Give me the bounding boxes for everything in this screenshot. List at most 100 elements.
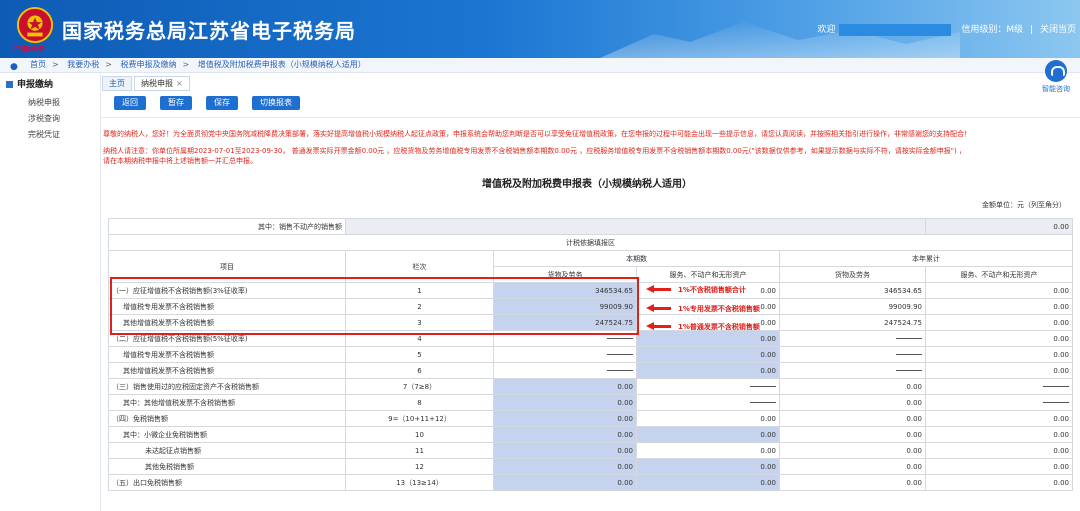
location-pin-icon: ●: [10, 62, 18, 72]
table-row: （五）出口免税销售额 13（13≥14） 0.00 0.00 0.00 0.00: [108, 474, 1073, 491]
header-user-area: 欢迎 信用级别：M级 | 关闭当页: [813, 22, 1076, 36]
table-row: （四）免税销售额 9=（10+11+12） 0.00 0.00 0.00 0.00: [108, 410, 1073, 427]
cell-ytd-services: [925, 378, 1073, 395]
cell-ytd-services: 0.00: [925, 410, 1073, 427]
dash-placeholder: [750, 386, 776, 387]
cell-current-services[interactable]: 0.00: [636, 474, 780, 491]
cell-ytd-goods: 99009.90: [779, 298, 926, 315]
cell-ytd-services: 0.00: [925, 298, 1073, 315]
cell-current-goods[interactable]: 0.00: [493, 474, 637, 491]
highlight-box: [110, 277, 639, 335]
dash-placeholder: [750, 402, 776, 403]
top-row-value[interactable]: 0.00: [925, 218, 1073, 235]
cell-current-goods[interactable]: 0.00: [493, 458, 637, 475]
cell-ytd-services: 0.00: [925, 442, 1073, 459]
annotation-2: 1%专用发票不含税销售额: [648, 304, 760, 314]
row-label: （四）免税销售额: [108, 410, 346, 427]
breadcrumb-current: 增值税及附加税费申报表（小规模纳税人适用）: [197, 60, 366, 69]
toolbar: 返回 暂存 保存 切换报表: [114, 96, 314, 110]
row-label: 其中：其他增值税发票不含税销售额: [108, 394, 346, 411]
tab-declare-label: 纳税申报: [141, 79, 173, 88]
sidebar-item-certificate[interactable]: 完税凭证: [28, 129, 60, 140]
top-row-spacer: [345, 218, 926, 235]
save-button[interactable]: 保存: [206, 96, 238, 110]
declaration-table: 其中：销售不动产的销售额 0.00 计税依据填报区 项目 栏次 本期数 本年累计…: [108, 218, 1073, 491]
cell-ytd-services: 0.00: [925, 474, 1073, 491]
annotation-1: 1%不含税销售额合计: [648, 285, 746, 295]
header-ytd-services: 服务、不动产和无形资产: [925, 266, 1073, 283]
breadcrumb-separator: >: [105, 60, 112, 69]
table-row: 其中：销售不动产的销售额 0.00: [108, 218, 1073, 235]
table-row: 其中：其他增值税发票不含税销售额 8 0.00 0.00: [108, 394, 1073, 411]
cell-current-goods[interactable]: 0.00: [493, 410, 637, 427]
cell-ytd-services: 0.00: [925, 458, 1073, 475]
notice-panel: 尊敬的纳税人，您好！为全面贯彻党中央国务院减税降费决策部署，落实好提高增值税小规…: [103, 129, 1073, 166]
cell-ytd-goods: 0.00: [779, 442, 926, 459]
table-row: 增值税专用发票不含税销售额 5 0.00 0.00: [108, 346, 1073, 363]
dash-placeholder: [607, 354, 633, 355]
tab-home-label: 主页: [109, 79, 125, 88]
sidebar-heading-label: 申报缴纳: [17, 80, 54, 90]
close-tab-icon[interactable]: ×: [176, 79, 183, 88]
sidebar-item-query[interactable]: 涉税查询: [28, 113, 60, 124]
table-row: （三）销售使用过的应税固定资产不含税销售额 7（7≥8） 0.00 0.00: [108, 378, 1073, 395]
back-button[interactable]: 返回: [114, 96, 146, 110]
tab-home[interactable]: 主页: [102, 76, 132, 91]
row-label: 增值税专用发票不含税销售额: [108, 346, 346, 363]
header-current: 本期数: [493, 250, 780, 267]
username-masked: [839, 23, 952, 36]
cell-current-goods[interactable]: 0.00: [493, 378, 637, 395]
sidebar-item-declare[interactable]: 纳税申报: [28, 97, 60, 108]
table-row: 其他免税销售额 12 0.00 0.00 0.00 0.00: [108, 458, 1073, 475]
cell-current-services[interactable]: 0.00: [636, 426, 780, 443]
tab-declare[interactable]: 纳税申报 ×: [134, 76, 190, 91]
dash-placeholder: [1043, 402, 1069, 403]
stash-button[interactable]: 暂存: [160, 96, 192, 110]
cell-current-services[interactable]: 0.00: [636, 362, 780, 379]
amount-unit: 金额单位：元（列至角分）: [982, 201, 1066, 209]
dash-placeholder: [607, 370, 633, 371]
headset-icon: [1045, 60, 1067, 82]
row-col-no: 7（7≥8）: [345, 378, 494, 395]
table-row: 其中：小微企业免税销售额 10 0.00 0.00 0.00 0.00: [108, 426, 1073, 443]
table-row: 其他增值税发票不含税销售额 6 0.00 0.00: [108, 362, 1073, 379]
breadcrumb-my-tax[interactable]: 我要办税: [67, 60, 99, 69]
site-title: 国家税务总局江苏省电子税务局: [62, 19, 356, 43]
cell-ytd-goods: 0.00: [779, 410, 926, 427]
row-label: （五）出口免税销售额: [108, 474, 346, 491]
cell-current-services[interactable]: 0.00: [636, 346, 780, 363]
breadcrumb-separator: >: [182, 60, 190, 69]
notice-line-1: 尊敬的纳税人，您好！为全面贯彻党中央国务院减税降费决策部署，落实好提高增值税小规…: [103, 130, 971, 138]
annotation-3: 1%普通发票不含税销售额: [648, 322, 760, 332]
cell-current-services[interactable]: 0.00: [636, 410, 780, 427]
sidebar-heading[interactable]: 申报缴纳: [6, 77, 53, 90]
logo-text: 中国税务: [14, 45, 46, 53]
cell-ytd-goods: 0.00: [779, 458, 926, 475]
row-label: 未达起征点销售额: [108, 442, 346, 459]
cell-current-services[interactable]: 0.00: [636, 442, 780, 459]
breadcrumb-home[interactable]: 首页: [30, 60, 46, 69]
cell-current-goods[interactable]: 0.00: [493, 442, 637, 459]
switch-report-button[interactable]: 切换报表: [252, 96, 300, 110]
welcome-text: 欢迎: [817, 25, 836, 35]
cell-current-services[interactable]: 0.00: [636, 458, 780, 475]
notice-line-3: 请在本期纳税申报中将上述销售额一并汇总申报。: [103, 157, 257, 165]
smart-consult-button[interactable]: 智能咨询: [1036, 60, 1076, 94]
close-page-link[interactable]: 关闭当页: [1040, 25, 1076, 35]
dash-placeholder: [1043, 386, 1069, 387]
cell-ytd-goods: 346534.65: [779, 282, 926, 299]
dash-placeholder: [896, 370, 922, 371]
dash-placeholder: [896, 354, 922, 355]
cell-current-services[interactable]: 0.00: [636, 330, 780, 347]
section-header: 计税依据填报区: [108, 234, 1073, 251]
breadcrumb-declare[interactable]: 税费申报及缴纳: [121, 60, 177, 69]
row-col-no: 8: [345, 394, 494, 411]
annotation-3-text: 1%普通发票不含税销售额: [678, 323, 760, 331]
row-col-no: 10: [345, 426, 494, 443]
menu-icon: [6, 81, 13, 88]
cell-ytd-goods: 247524.75: [779, 314, 926, 331]
annotation-1-text: 1%不含税销售额合计: [678, 286, 746, 294]
header-separator: |: [1030, 25, 1034, 35]
cell-current-goods[interactable]: 0.00: [493, 426, 637, 443]
cell-current-goods[interactable]: 0.00: [493, 394, 637, 411]
